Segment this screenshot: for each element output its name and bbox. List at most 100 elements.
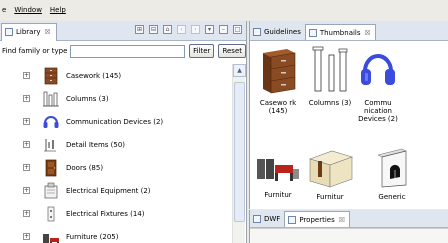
expand-icon[interactable]: + <box>23 141 30 148</box>
thumbnail-casework[interactable]: Casewo rk (145) <box>254 45 302 115</box>
library-tree: + Casework (145) + Columns (3) + Communi… <box>0 64 232 243</box>
forward-arrow-icon[interactable]: › <box>191 25 200 34</box>
expand-icon[interactable]: + <box>23 233 30 240</box>
tab-properties[interactable]: Properties ☒ <box>284 211 351 227</box>
thumbnails-view-icon <box>308 28 317 37</box>
maximize-icon[interactable]: □ <box>233 25 242 34</box>
electrical-equipment-icon <box>42 182 60 200</box>
thumbnail-communication-devices[interactable]: Commu nication Devices (2) <box>354 45 402 123</box>
collapse-all-icon[interactable]: ⊟ <box>149 25 158 34</box>
scrollbar-thumb[interactable] <box>234 82 245 222</box>
tree-row-communication-devices[interactable]: + Communication Devices (2) <box>0 110 232 133</box>
thumbnail-furniture-1[interactable]: Furnitur <box>254 153 302 199</box>
tree-row-electrical-equipment[interactable]: + Electrical Equipment (2) <box>0 179 232 202</box>
scroll-up-icon[interactable]: ▲ <box>233 64 246 77</box>
tree-row-label: Doors (85) <box>66 163 104 172</box>
headset-thumbnail-icon <box>361 54 395 85</box>
thumbnail-label: Commu nication Devices (2) <box>358 99 398 123</box>
properties-view-icon <box>288 215 297 224</box>
tab-guidelines-label: Guidelines <box>264 28 301 36</box>
thumbnails-tab-bar: Guidelines Thumbnails ☒ <box>250 21 448 41</box>
reset-button[interactable]: Reset <box>218 44 246 58</box>
headset-icon <box>42 113 60 131</box>
properties-tab-bar: DWF Properties ☒ <box>250 210 448 228</box>
find-row: Find family or type Filter Reset <box>0 41 246 61</box>
cabinet-icon <box>42 67 60 85</box>
door-icon <box>42 159 60 177</box>
library-toolbar: ⊞ ⊟ ⌂ ‹ › ▾ – □ <box>135 25 242 34</box>
tab-dwf-label: DWF <box>264 215 281 223</box>
tree-row-electrical-fixtures[interactable]: + Electrical Fixtures (14) <box>0 202 232 225</box>
expand-icon[interactable]: + <box>23 72 30 79</box>
thumbnail-columns[interactable]: Columns (3) <box>306 45 354 107</box>
menu-item-edit[interactable]: e <box>2 6 6 14</box>
thumbnail-label: Casewo rk (145) <box>259 99 297 115</box>
thumbnail-grid: Casewo rk (145) Columns (3) Commu nicati… <box>250 41 448 209</box>
tree-row-label: Communication Devices (2) <box>66 117 164 126</box>
tree-row-doors[interactable]: + Doors (85) <box>0 156 232 179</box>
tree-row-label: Electrical Equipment (2) <box>66 186 151 195</box>
library-scrollbar[interactable]: ▲ <box>232 64 246 243</box>
thumbnail-label: Columns (3) <box>308 99 352 107</box>
minimize-icon[interactable]: – <box>219 25 228 34</box>
tree-row-detail-items[interactable]: + Detail Items (50) <box>0 133 232 156</box>
filter-button[interactable]: Filter <box>189 44 215 58</box>
close-icon[interactable]: ☒ <box>365 29 371 37</box>
tab-properties-label: Properties <box>299 215 335 224</box>
find-input[interactable] <box>70 44 186 58</box>
library-tab-bar: Library ☒ ⊞ ⊟ ⌂ ‹ › ▾ – □ <box>0 21 246 41</box>
expand-icon[interactable]: + <box>23 164 30 171</box>
tree-row-label: Columns (3) <box>66 94 109 103</box>
tree-row-casework[interactable]: + Casework (145) <box>0 64 232 87</box>
guidelines-view-icon <box>253 28 261 36</box>
properties-panel: DWF Properties ☒ <box>249 210 448 243</box>
find-label: Find family or type <box>2 47 68 55</box>
menu-item-help[interactable]: Help <box>50 6 66 14</box>
tree-row-furniture[interactable]: + Furniture (205) <box>0 225 232 243</box>
menu-item-window[interactable]: Window <box>14 6 42 14</box>
cabinet-thumbnail-icon <box>263 49 296 94</box>
thumbnail-label: Furnitur <box>264 191 292 199</box>
menu-item-help-label: Help <box>49 6 66 14</box>
expand-icon[interactable]: + <box>23 210 30 217</box>
expand-icon[interactable]: + <box>23 187 30 194</box>
tree-row-columns[interactable]: + Columns (3) <box>0 87 232 110</box>
back-arrow-icon[interactable]: ‹ <box>177 25 186 34</box>
tab-library-label: Library <box>16 28 41 36</box>
close-icon[interactable]: ☒ <box>339 216 345 224</box>
furniture-set-thumbnail-icon <box>257 159 299 181</box>
tab-thumbnails-label: Thumbnails <box>319 28 361 37</box>
tree-row-label: Furniture (205) <box>66 232 119 241</box>
detail-item-icon <box>42 136 60 154</box>
expand-all-icon[interactable]: ⊞ <box>135 25 144 34</box>
thumbnail-label: Generic <box>378 193 406 201</box>
library-panel: Library ☒ ⊞ ⊟ ⌂ ‹ › ▾ – □ Find family or… <box>0 21 247 243</box>
electrical-fixture-icon <box>42 205 60 223</box>
properties-content <box>250 228 448 243</box>
thumbnail-generic[interactable]: Generic <box>362 145 422 201</box>
tree-row-label: Electrical Fixtures (14) <box>66 209 145 218</box>
tab-thumbnails[interactable]: Thumbnails ☒ <box>304 24 376 40</box>
tab-library[interactable]: Library ☒ <box>1 22 57 41</box>
columns-thumbnail-icon <box>312 46 348 92</box>
expand-icon[interactable]: + <box>23 118 30 125</box>
tree-row-label: Detail Items (50) <box>66 140 126 149</box>
cubicle-thumbnail-icon <box>309 150 353 188</box>
column-icon <box>42 90 60 108</box>
menu-item-window-label: Window <box>14 6 42 14</box>
thumbnails-panel: Guidelines Thumbnails ☒ Casewo rk (145) <box>249 21 448 209</box>
tab-guidelines[interactable]: Guidelines <box>250 24 305 40</box>
close-icon[interactable]: ☒ <box>44 28 50 36</box>
menu-bar: e Window Help <box>0 0 448 20</box>
expand-icon[interactable]: + <box>23 95 30 102</box>
tree-row-label: Casework (145) <box>66 71 122 80</box>
furniture-icon <box>42 228 60 243</box>
thumbnail-furniture-2[interactable]: Furnitur <box>306 145 354 201</box>
thumbnail-label: Furnitur <box>316 193 344 201</box>
generic-thumbnail-icon <box>377 148 407 188</box>
dwf-view-icon <box>253 215 261 223</box>
home-icon[interactable]: ⌂ <box>163 25 172 34</box>
view-menu-icon[interactable]: ▾ <box>205 25 214 34</box>
library-view-icon <box>5 28 13 36</box>
tab-dwf[interactable]: DWF <box>250 211 284 227</box>
